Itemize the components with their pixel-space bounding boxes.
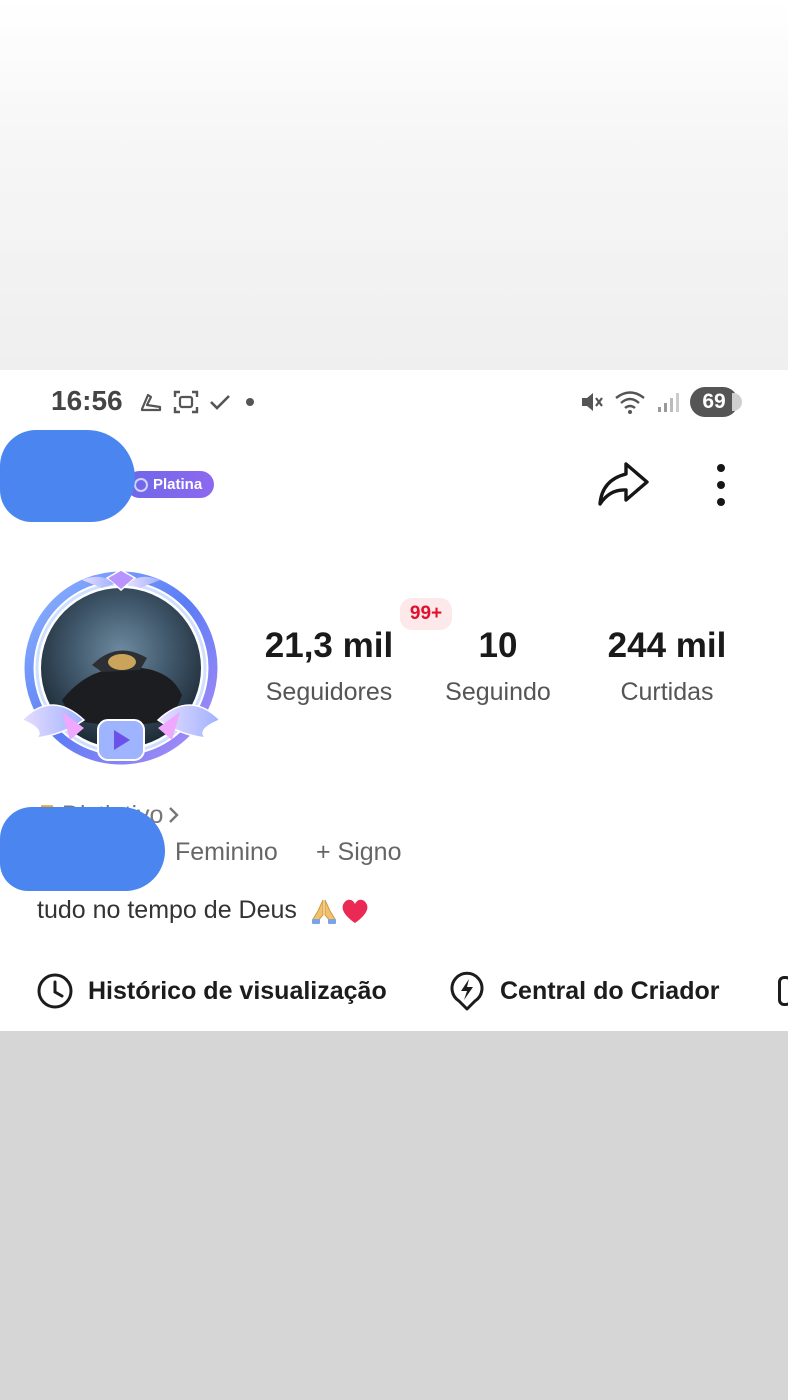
badge-ring-icon — [134, 477, 148, 492]
history-shortcut[interactable]: Histórico de visualização — [36, 971, 387, 1011]
more-dot-icon — [717, 464, 725, 472]
wifi-icon — [615, 391, 645, 414]
more-dot-icon — [717, 481, 725, 489]
partial-shortcut-icon[interactable] — [778, 976, 788, 1006]
chevron-right-icon — [169, 807, 180, 823]
redacted-handle — [0, 807, 165, 891]
stat-label: Seguindo — [445, 678, 551, 706]
platina-badge[interactable]: Platina — [126, 471, 215, 498]
stat-value: 10 — [478, 626, 518, 665]
check-icon — [210, 395, 230, 410]
history-label: Histórico de visualização — [88, 976, 387, 1005]
bolt-pin-icon — [450, 971, 484, 1011]
bio-text: tudo no tempo de Deus — [37, 896, 297, 924]
stat-label: Seguidores — [265, 678, 393, 706]
redacted-username — [0, 430, 135, 522]
share-arrow-icon — [598, 462, 649, 506]
mute-icon — [582, 393, 603, 411]
sneaker-icon — [140, 393, 162, 412]
stat-followers[interactable]: 21,3 mil Seguidores — [258, 623, 400, 709]
bottom-blank-area — [0, 1031, 788, 1400]
platina-label: Platina — [153, 476, 203, 493]
creator-center-shortcut[interactable]: Central do Criador — [448, 971, 719, 1011]
stat-likes[interactable]: 244 mil Curtidas — [598, 623, 736, 709]
dot-icon — [246, 398, 254, 406]
praying-hands-icon — [311, 900, 336, 925]
screenshot-icon — [173, 390, 199, 414]
stat-following[interactable]: 10 Seguindo — [436, 623, 560, 709]
more-options-button[interactable] — [702, 460, 740, 510]
stat-label: Curtidas — [620, 678, 714, 706]
stat-value: 21,3 mil — [264, 626, 394, 665]
creator-center-label: Central do Criador — [500, 976, 720, 1005]
avatar-frame-graphic — [20, 569, 222, 765]
more-dot-icon — [717, 498, 725, 506]
add-sign-button[interactable]: + Signo — [316, 838, 402, 867]
clock-icon — [37, 973, 73, 1009]
bio: tudo no tempo de Deus — [37, 896, 370, 925]
share-button[interactable] — [594, 458, 652, 510]
battery-indicator: 69 — [690, 387, 742, 417]
avatar[interactable] — [20, 569, 222, 770]
stat-value: 244 mil — [607, 626, 727, 665]
gender-tag: Feminino — [175, 838, 278, 866]
status-right-icons: 69 — [578, 386, 742, 418]
status-left-icons — [138, 388, 260, 416]
heart-icon — [342, 900, 368, 924]
status-time: 16:56 — [51, 385, 123, 416]
profile-screenshot: 16:56 69 Platina 99+ 21,3 mil Seguidores… — [0, 370, 788, 1031]
signal-icon — [658, 393, 679, 412]
top-blank-area — [0, 0, 788, 370]
